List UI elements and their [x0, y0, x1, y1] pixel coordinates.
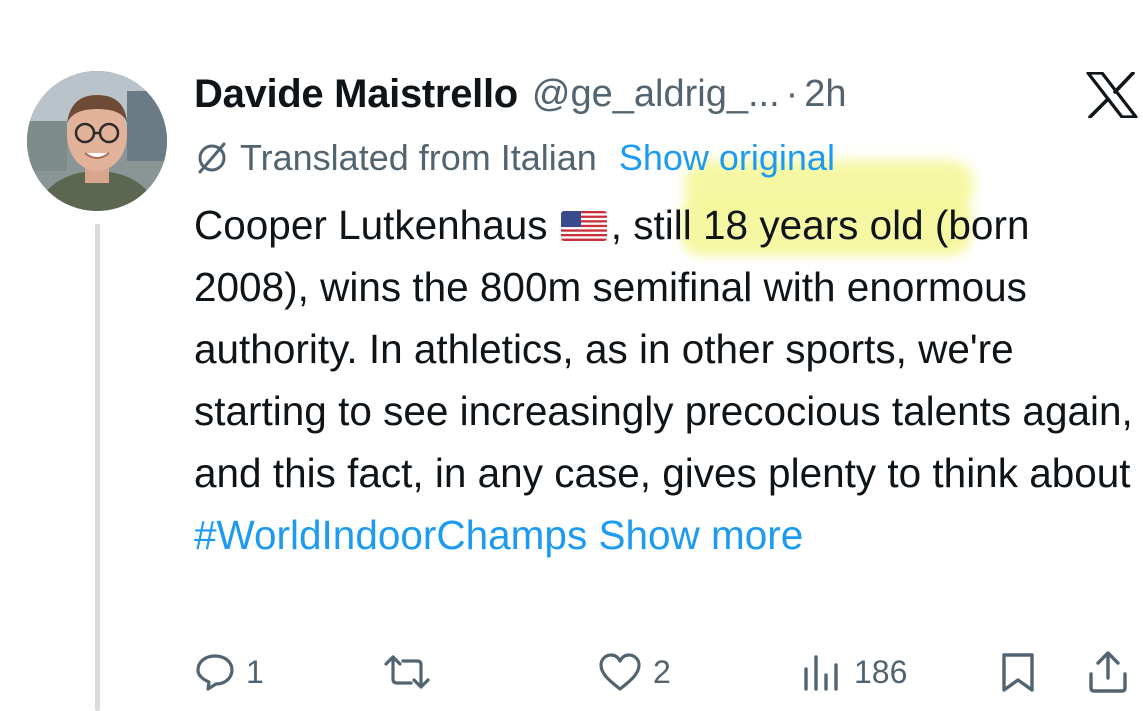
- translated-label: Translated from Italian: [240, 137, 597, 178]
- show-more-link[interactable]: Show more: [598, 512, 803, 558]
- display-name[interactable]: Davide Maistrello: [194, 72, 518, 117]
- x-logo-icon: [1086, 71, 1138, 119]
- bookmark-button[interactable]: [998, 648, 1038, 696]
- translation-notice: Translated from Italian Show original: [194, 134, 835, 182]
- show-original-link[interactable]: Show original: [619, 137, 835, 179]
- us-flag-icon: [560, 211, 607, 241]
- like-count: 2: [653, 653, 671, 690]
- views-button[interactable]: 186: [800, 648, 907, 696]
- share-button[interactable]: [1086, 648, 1130, 696]
- thread-line: [95, 224, 100, 711]
- heart-icon: [597, 651, 643, 693]
- tweet-header: Davide Maistrello @ge_aldrig_... · 2h: [194, 68, 847, 120]
- views-count: 186: [854, 653, 908, 690]
- reply-button[interactable]: 1: [194, 648, 264, 696]
- hashtag-link[interactable]: #WorldIndoorChamps: [194, 512, 587, 558]
- bookmark-icon: [998, 651, 1038, 693]
- tweet-body: Cooper Lutkenhaus , still 18 years old (…: [194, 194, 1139, 566]
- avatar[interactable]: [27, 71, 167, 211]
- user-handle[interactable]: @ge_aldrig_...: [532, 73, 780, 116]
- like-button[interactable]: 2: [597, 648, 671, 696]
- body-text-start: Cooper Lutkenhaus: [194, 202, 548, 248]
- reply-count: 1: [246, 653, 264, 690]
- translate-icon: [194, 140, 230, 176]
- reply-icon: [194, 651, 236, 693]
- share-icon: [1086, 650, 1130, 694]
- views-icon: [800, 651, 844, 693]
- highlighted-text: , still 18 years: [610, 202, 859, 248]
- repost-button[interactable]: [384, 648, 430, 696]
- repost-icon: [384, 651, 430, 693]
- timestamp[interactable]: 2h: [804, 73, 846, 116]
- separator-dot: ·: [785, 72, 799, 115]
